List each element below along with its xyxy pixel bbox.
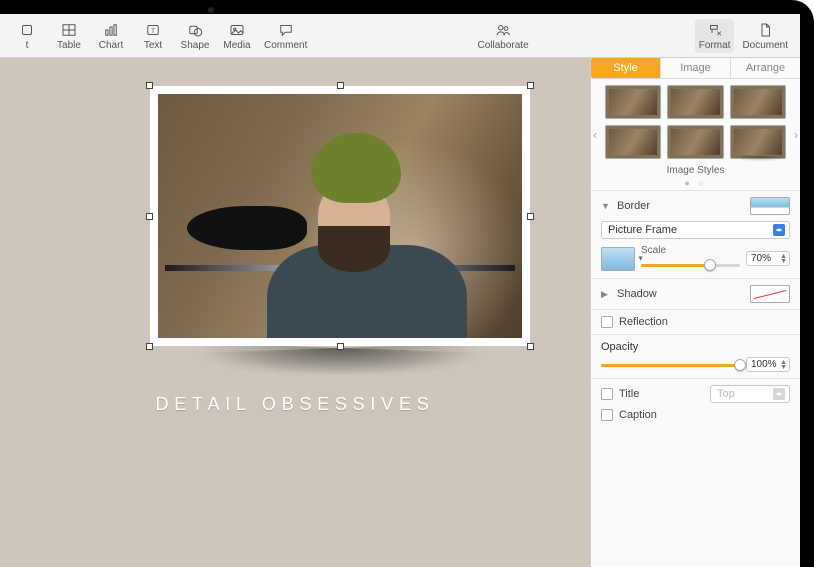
popup-caret-icon (773, 388, 785, 400)
resize-handle-br[interactable] (527, 343, 534, 350)
toolbar-item-media[interactable]: Media (218, 19, 256, 53)
toolbar-label: Format (699, 40, 731, 51)
toolbar-item-document[interactable]: Document (738, 19, 792, 53)
headline-text[interactable]: DETAIL OBSESSIVES (0, 394, 590, 415)
popup-caret-icon (773, 224, 785, 236)
title-position-popup[interactable]: Top (710, 385, 790, 403)
opacity-value: 100% (751, 359, 777, 370)
border-type-value: Picture Frame (608, 224, 677, 236)
selected-image-frame[interactable] (150, 86, 530, 346)
caption-checkbox[interactable] (601, 409, 613, 421)
toolbar-label: Media (223, 40, 250, 51)
scale-value-field[interactable]: 70% ▲▼ (746, 251, 790, 266)
resize-handle-tm[interactable] (337, 82, 344, 89)
svg-text:T: T (151, 28, 155, 35)
toolbar-label: Comment (264, 40, 307, 51)
toolbar-label: Document (742, 40, 788, 51)
chevron-right-icon[interactable]: ▶ (601, 289, 611, 300)
toolbar: t Table Chart T Text Shape Media Comment (0, 14, 800, 58)
image-style-thumb[interactable] (667, 125, 723, 159)
image-style-thumb[interactable] (605, 125, 661, 159)
pager-dots[interactable]: ● ○ (605, 178, 786, 188)
resize-handle-bl[interactable] (146, 343, 153, 350)
tab-arrange[interactable]: Arrange (731, 58, 800, 78)
resize-handle-tr[interactable] (527, 82, 534, 89)
title-position-value: Top (717, 388, 735, 400)
toolbar-label: Shape (181, 40, 210, 51)
toolbar-label: Text (144, 40, 162, 51)
image-styles-grid (605, 85, 786, 159)
resize-handle-mr[interactable] (527, 213, 534, 220)
image-style-thumb[interactable] (730, 125, 786, 159)
resize-handle-bm[interactable] (337, 343, 344, 350)
title-label: Title (619, 388, 704, 400)
toolbar-item-text[interactable]: T Text (134, 19, 172, 53)
toolbar-label: t (26, 40, 29, 51)
stepper-icon[interactable]: ▲▼ (780, 254, 787, 264)
toolbar-item-chart[interactable]: Chart (92, 19, 130, 53)
tab-image[interactable]: Image (660, 58, 731, 78)
toolbar-item-shape[interactable]: Shape (176, 19, 214, 53)
scale-value: 70% (751, 253, 771, 264)
toolbar-item-cropped[interactable]: t (8, 19, 46, 53)
format-inspector: Style Image Arrange ‹ › Image Styles ● ○ (590, 58, 800, 567)
opacity-slider[interactable] (601, 358, 740, 372)
scale-slider[interactable] (641, 258, 740, 272)
toolbar-label: Table (57, 40, 81, 51)
image-style-thumb[interactable] (605, 85, 661, 119)
styles-prev-icon[interactable]: ‹ (593, 128, 597, 142)
resize-handle-tl[interactable] (146, 82, 153, 89)
toolbar-label: Collaborate (477, 40, 528, 51)
styles-next-icon[interactable]: › (794, 128, 798, 142)
image-style-thumb[interactable] (667, 85, 723, 119)
scale-label: Scale (641, 245, 740, 256)
opacity-label: Opacity (601, 341, 790, 353)
shadow-swatch-none[interactable] (750, 285, 790, 303)
reflection-label: Reflection (619, 316, 790, 328)
image-content (158, 94, 522, 338)
toolbar-item-collaborate[interactable]: Collaborate (473, 19, 532, 53)
image-styles-title: Image Styles (605, 165, 786, 176)
shadow-label: Shadow (617, 288, 744, 300)
image-style-thumb[interactable] (730, 85, 786, 119)
toolbar-label: Chart (99, 40, 123, 51)
border-type-popup[interactable]: Picture Frame (601, 221, 790, 239)
reflection-checkbox[interactable] (601, 316, 613, 328)
opacity-value-field[interactable]: 100% ▲▼ (746, 357, 790, 372)
stepper-icon[interactable]: ▲▼ (780, 360, 787, 370)
inspector-tabs: Style Image Arrange (591, 58, 800, 79)
frame-thumbnail-popup[interactable] (601, 247, 635, 271)
border-style-swatch[interactable] (750, 197, 790, 215)
title-checkbox[interactable] (601, 388, 613, 400)
toolbar-item-format[interactable]: Format (695, 19, 735, 53)
chevron-down-icon[interactable]: ▼ (601, 201, 611, 211)
caption-label: Caption (619, 409, 790, 421)
toolbar-item-table[interactable]: Table (50, 19, 88, 53)
toolbar-item-comment[interactable]: Comment (260, 19, 311, 53)
resize-handle-ml[interactable] (146, 213, 153, 220)
border-label: Border (617, 200, 744, 212)
document-canvas[interactable]: DETAIL OBSESSIVES (0, 58, 590, 567)
tab-style[interactable]: Style (591, 58, 660, 78)
